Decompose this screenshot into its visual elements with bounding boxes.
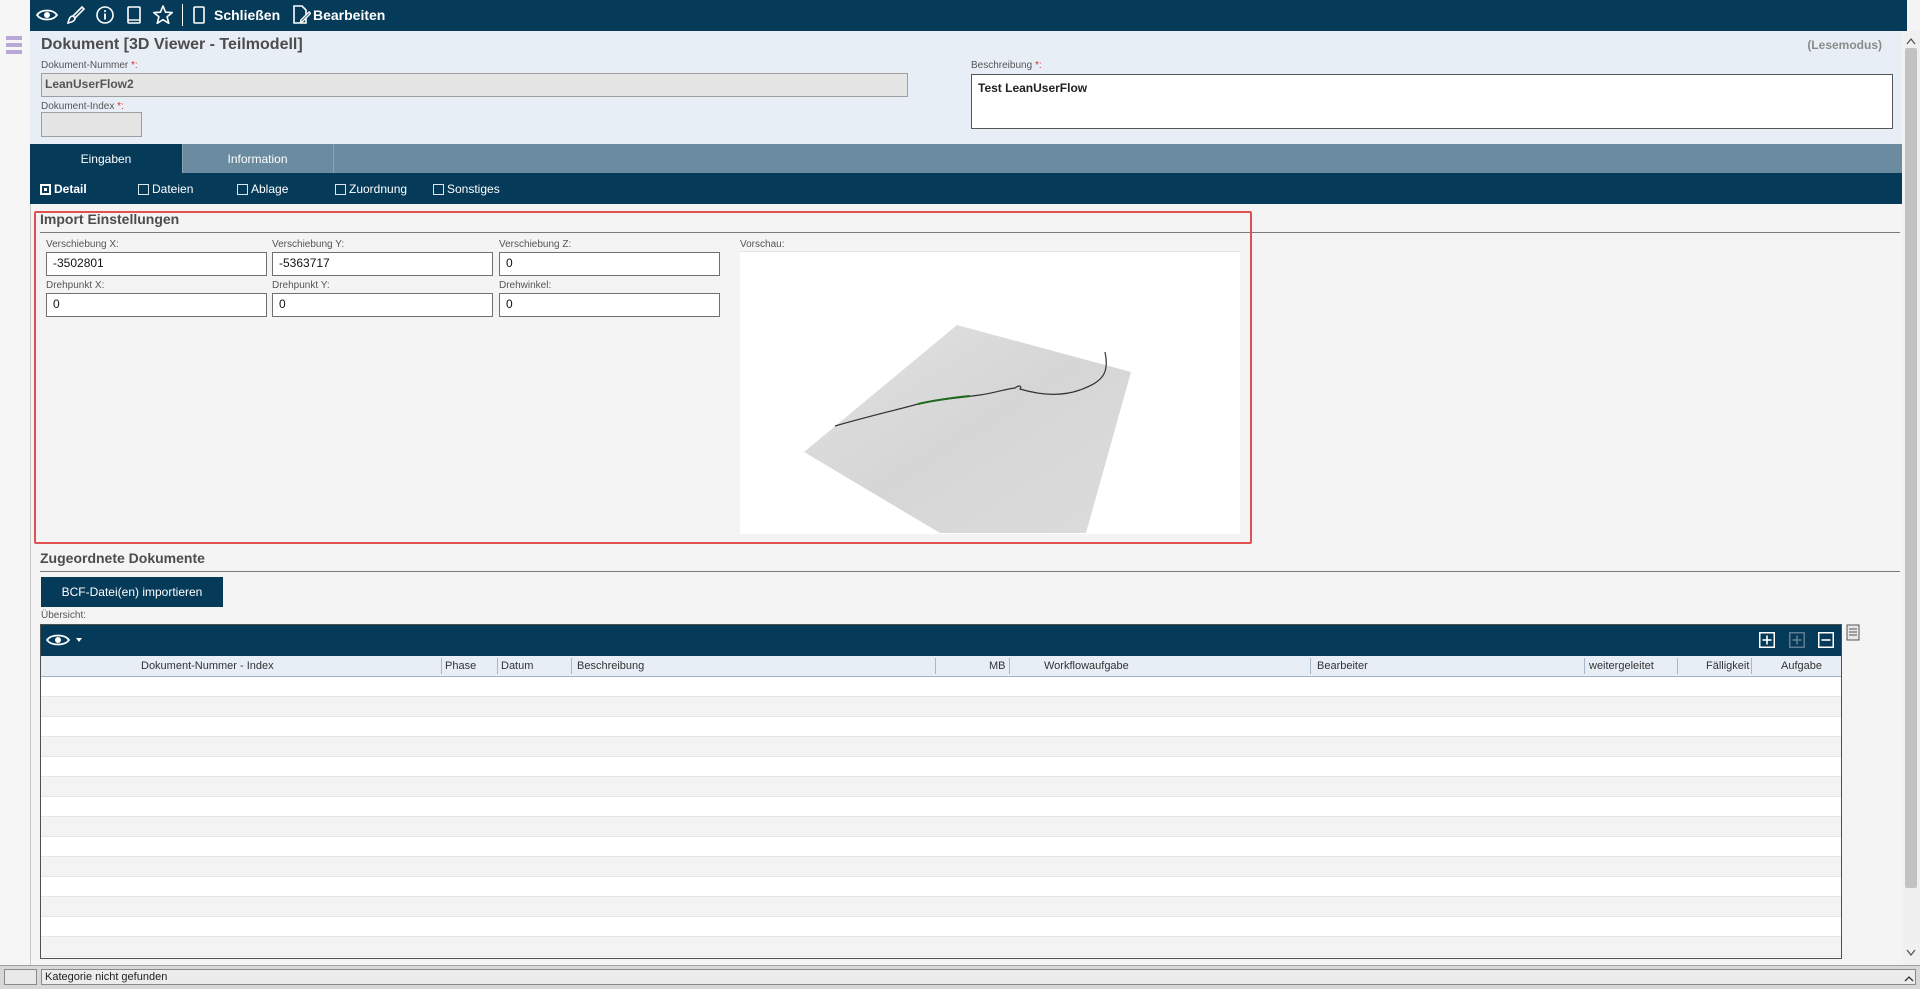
overview-label: Übersicht: xyxy=(41,610,87,621)
status-toggle[interactable] xyxy=(4,969,37,985)
grid-settings-icon[interactable] xyxy=(1846,624,1860,641)
column-header[interactable]: MB xyxy=(989,656,1006,676)
column-header[interactable]: Datum xyxy=(501,656,533,676)
subtab-label: Zuordnung xyxy=(349,182,408,196)
subtab-dateien[interactable]: Dateien xyxy=(138,182,193,196)
column-separator[interactable] xyxy=(441,658,442,674)
table-row[interactable] xyxy=(41,877,1841,897)
import-settings-highlight xyxy=(34,211,1252,544)
subtab-label: Detail xyxy=(54,182,87,196)
table-row[interactable] xyxy=(41,757,1841,777)
scroll-up-icon[interactable] xyxy=(1906,34,1916,48)
add-icon[interactable] xyxy=(1759,632,1775,648)
checkbox-icon xyxy=(40,183,51,195)
table-row[interactable] xyxy=(41,737,1841,757)
column-separator[interactable] xyxy=(497,658,498,674)
doc-index-label: Dokument-Index *: xyxy=(41,101,124,112)
column-header[interactable]: weitergeleitet xyxy=(1589,656,1654,676)
tablet-icon[interactable] xyxy=(122,4,146,26)
read-mode-indicator: (Lesemodus) xyxy=(1807,38,1882,52)
column-separator[interactable] xyxy=(1677,658,1678,674)
doc-number-field[interactable]: LeanUserFlow2 xyxy=(41,73,908,97)
close-document-icon[interactable] xyxy=(187,4,211,26)
table-row[interactable] xyxy=(41,817,1841,837)
scrollbar-thumb[interactable] xyxy=(1905,48,1917,888)
document-grid-body[interactable] xyxy=(41,677,1841,958)
column-separator[interactable] xyxy=(1009,658,1010,674)
info-icon[interactable] xyxy=(93,4,117,26)
table-row[interactable] xyxy=(41,717,1841,737)
add-child-icon xyxy=(1789,632,1805,648)
status-message: Kategorie nicht gefunden xyxy=(41,969,1916,985)
column-header[interactable]: Workflowaufgabe xyxy=(1044,656,1129,676)
scroll-down-icon[interactable] xyxy=(1906,946,1916,960)
edit-button[interactable]: Bearbeiten xyxy=(313,7,385,23)
sub-tabs: Detail Dateien Ablage Zuordnung Sonstige… xyxy=(30,173,1902,204)
column-separator[interactable] xyxy=(1584,658,1585,674)
subtab-ablage[interactable]: Ablage xyxy=(237,182,288,196)
column-separator[interactable] xyxy=(571,658,572,674)
status-expand-icon[interactable] xyxy=(1904,972,1914,986)
checkbox-icon xyxy=(138,183,149,195)
column-separator[interactable] xyxy=(1310,658,1311,674)
page-title: Dokument [3D Viewer - Teilmodell] xyxy=(41,36,303,53)
bcf-import-button[interactable]: BCF-Datei(en) importieren xyxy=(41,577,223,607)
edit-document-icon[interactable] xyxy=(289,4,313,26)
star-icon[interactable] xyxy=(151,4,175,26)
subtab-label: Ablage xyxy=(251,182,289,196)
grid-header: Dokument-Nummer - Index Phase Datum Besc… xyxy=(41,656,1841,677)
doc-number-label: Dokument-Nummer *: xyxy=(41,60,138,71)
toolbar-separator xyxy=(182,4,183,26)
menu-icon[interactable] xyxy=(6,36,22,56)
description-field[interactable]: Test LeanUserFlow xyxy=(971,74,1893,129)
left-sidebar-strip xyxy=(0,0,31,965)
checkbox-icon xyxy=(237,183,248,195)
brush-icon[interactable] xyxy=(64,4,88,26)
column-header[interactable]: Dokument-Nummer - Index xyxy=(141,656,274,676)
table-row[interactable] xyxy=(41,797,1841,817)
table-row[interactable] xyxy=(41,937,1841,957)
eye-icon[interactable] xyxy=(35,4,59,26)
column-separator[interactable] xyxy=(1751,658,1752,674)
remove-icon[interactable] xyxy=(1818,632,1834,648)
subtab-sonstiges[interactable]: Sonstiges xyxy=(433,182,500,196)
table-row[interactable] xyxy=(41,857,1841,877)
column-header[interactable]: Fälligkeit xyxy=(1706,656,1749,676)
top-toolbar: Schließen Bearbeiten xyxy=(30,0,1907,31)
table-row[interactable] xyxy=(41,897,1841,917)
table-row[interactable] xyxy=(41,677,1841,697)
assigned-documents-title: Zugeordnete Dokumente xyxy=(40,550,205,566)
subtab-zuordnung[interactable]: Zuordnung xyxy=(335,182,407,196)
table-row[interactable] xyxy=(41,697,1841,717)
main-tabs: Eingaben Information xyxy=(30,144,1902,173)
checkbox-icon xyxy=(433,183,444,195)
table-row[interactable] xyxy=(41,917,1841,937)
column-header[interactable]: Aufgabe xyxy=(1781,656,1822,676)
section-divider xyxy=(40,571,1900,572)
checkbox-icon xyxy=(335,183,346,195)
column-header[interactable]: Phase xyxy=(445,656,476,676)
close-button[interactable]: Schließen xyxy=(214,7,280,23)
grid-toolbar xyxy=(41,624,1841,656)
view-options-icon[interactable] xyxy=(45,631,84,652)
subtab-detail[interactable]: Detail xyxy=(40,182,87,196)
column-header[interactable]: Beschreibung xyxy=(577,656,644,676)
table-row[interactable] xyxy=(41,837,1841,857)
table-row[interactable] xyxy=(41,777,1841,797)
column-separator[interactable] xyxy=(935,658,936,674)
column-header[interactable]: Bearbeiter xyxy=(1317,656,1368,676)
subtab-label: Sonstiges xyxy=(447,182,500,196)
tab-information[interactable]: Information xyxy=(182,144,334,173)
description-label: Beschreibung *: xyxy=(971,60,1042,71)
subtab-label: Dateien xyxy=(152,182,194,196)
document-header: Dokument [3D Viewer - Teilmodell] (Lesem… xyxy=(30,31,1902,145)
doc-index-field[interactable] xyxy=(41,112,142,137)
tab-eingaben[interactable]: Eingaben xyxy=(30,144,183,173)
